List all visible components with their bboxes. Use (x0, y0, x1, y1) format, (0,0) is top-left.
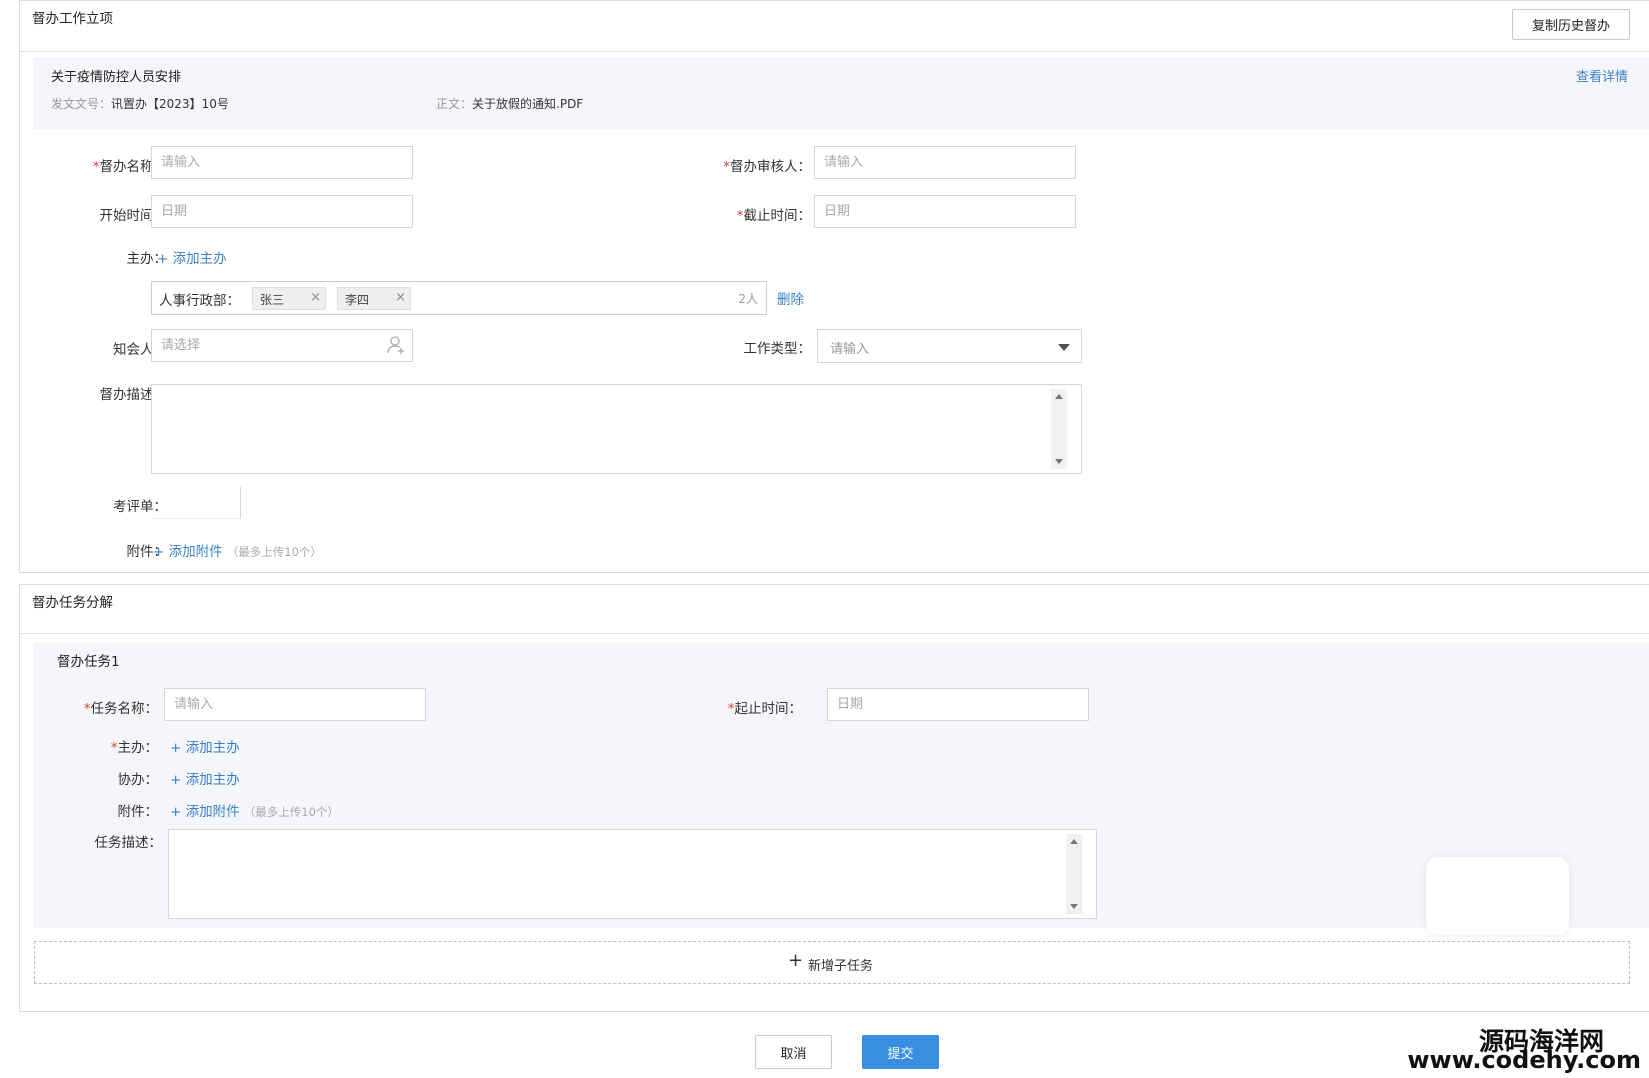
supervision-desc-textarea[interactable] (151, 384, 1082, 474)
task-attach-hint: （最多上传10个） (243, 805, 339, 819)
doc-body-label: 正文： (436, 97, 473, 111)
task-time-label: *起止时间： (727, 701, 802, 717)
reviewer-label: *督办审核人： (723, 159, 811, 175)
task-desc-textarea[interactable] (168, 829, 1097, 919)
close-icon[interactable]: × (395, 290, 406, 305)
host-dept-label: 人事行政部： (159, 293, 240, 309)
host-tag: 张三 × (252, 287, 326, 310)
attach-row: + 添加附件 （最多上传10个） (153, 540, 322, 560)
watermark-url: www.codehy.com (1407, 1046, 1641, 1074)
task-add-co-link[interactable]: + 添加主办 (170, 768, 240, 788)
document-info: 关于疫情防控人员安排 查看详情 发文文号：讯置办【2023】10号 正文：关于放… (33, 57, 1649, 129)
task-attach-label: 附件： (117, 804, 159, 820)
close-icon[interactable]: × (310, 290, 321, 305)
task-name-input[interactable] (164, 688, 426, 721)
reviewer-input[interactable] (814, 146, 1076, 179)
copy-history-button[interactable]: 复制历史督办 (1512, 9, 1630, 40)
task-add-host-link[interactable]: + 添加主办 (170, 736, 240, 756)
task-desc-label: 任务描述： (94, 835, 163, 851)
attach-hint: （最多上传10个） (226, 545, 322, 559)
supervision-name-input[interactable] (151, 146, 413, 179)
doc-number: 发文文号：讯置办【2023】10号 (51, 95, 229, 112)
delete-host-link[interactable]: 删除 (777, 288, 804, 308)
host-tag-input[interactable]: 人事行政部： 张三 × 李四 × 2人 (151, 281, 767, 315)
task-add-attachment-link[interactable]: + 添加附件 (170, 804, 240, 820)
worktype-select[interactable]: 请输入 (817, 329, 1082, 363)
panel-title: 督办工作立项 (32, 11, 113, 27)
divider (20, 51, 1649, 52)
view-details-link[interactable]: 查看详情 (1576, 66, 1628, 85)
divider (20, 633, 1649, 634)
task-title: 督办任务1 (57, 654, 120, 670)
cancel-button[interactable]: 取消 (755, 1035, 832, 1069)
floating-widget[interactable] (1426, 857, 1569, 935)
plus-icon: + (788, 950, 804, 971)
project-panel: 督办工作立项 复制历史督办 关于疫情防控人员安排 查看详情 发文文号：讯置办【2… (19, 0, 1649, 573)
task-date-input[interactable] (827, 688, 1089, 721)
doc-number-value: 讯置办【2023】10号 (111, 97, 229, 111)
start-date-input[interactable] (151, 195, 413, 228)
host-count: 2人 (738, 292, 758, 306)
scroll-down-icon[interactable] (1070, 904, 1078, 909)
worktype-placeholder: 请输入 (830, 342, 870, 357)
task-host-label: *主办： (110, 740, 158, 756)
add-attachment-link[interactable]: + 添加附件 (153, 544, 223, 560)
cc-input[interactable] (151, 329, 413, 362)
task-attach-row: + 添加附件 （最多上传10个） (170, 800, 339, 820)
end-time-label: *截止时间： (736, 208, 811, 224)
host-tag: 李四 × (337, 287, 411, 310)
document-title: 关于疫情防控人员安排 (51, 70, 182, 85)
doc-number-label: 发文文号： (51, 97, 112, 111)
scrollbar[interactable] (1066, 834, 1082, 914)
panel-title: 督办任务分解 (32, 595, 113, 611)
doc-body: 正文：关于放假的通知.PDF (436, 95, 583, 112)
add-subtask-label: 新增子任务 (808, 959, 874, 974)
scroll-down-icon[interactable] (1055, 459, 1063, 464)
add-subtask-button[interactable]: + 新增子任务 (34, 941, 1630, 984)
end-date-input[interactable] (814, 195, 1076, 228)
doc-body-file[interactable]: 关于放假的通知.PDF (472, 97, 583, 111)
task-name-label: *任务名称： (83, 701, 158, 717)
scroll-up-icon[interactable] (1055, 394, 1063, 399)
score-field[interactable] (151, 487, 241, 519)
scroll-up-icon[interactable] (1070, 839, 1078, 844)
add-user-icon[interactable] (386, 335, 406, 355)
cc-field[interactable] (151, 329, 413, 362)
submit-button[interactable]: 提交 (862, 1035, 939, 1069)
task-panel: 督办任务分解 督办任务1 *任务名称： *起止时间： *主办： + 添加主办 协… (19, 584, 1649, 1012)
scrollbar[interactable] (1051, 389, 1067, 469)
add-host-link[interactable]: + 添加主办 (157, 247, 227, 267)
worktype-label: 工作类型： (743, 341, 812, 357)
task-co-label: 协办： (117, 772, 159, 788)
chevron-down-icon (1058, 344, 1070, 351)
task-card: 督办任务1 *任务名称： *起止时间： *主办： + 添加主办 协办： + 添加… (33, 643, 1649, 928)
